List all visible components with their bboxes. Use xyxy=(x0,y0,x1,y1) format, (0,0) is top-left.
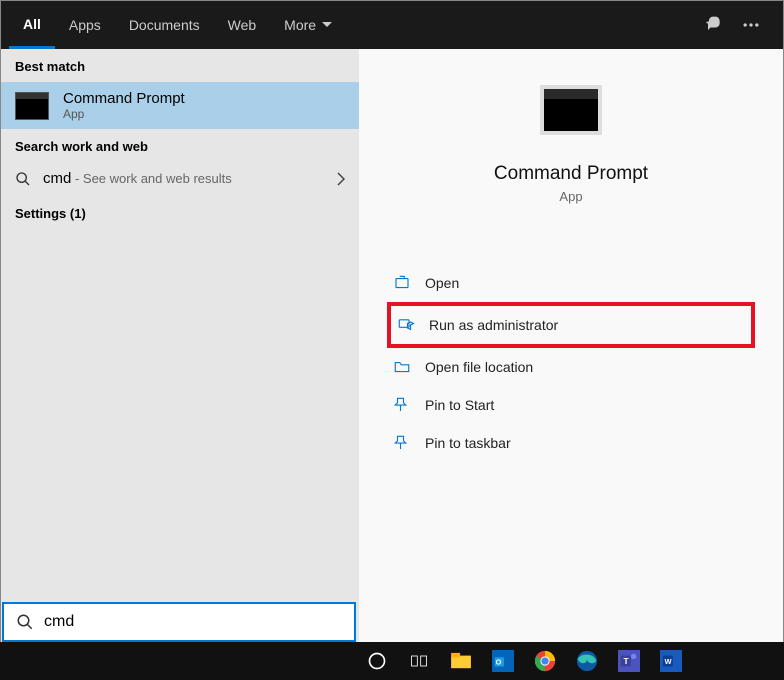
search-input[interactable] xyxy=(44,613,342,631)
search-tabs-bar: All Apps Documents Web More xyxy=(1,1,783,49)
pin-start-icon xyxy=(393,396,411,414)
section-best-match: Best match xyxy=(1,49,359,82)
search-query-text: cmd xyxy=(43,170,71,187)
chevron-down-icon xyxy=(322,22,332,28)
preview-panel: Command Prompt App Open Run as administr… xyxy=(359,49,783,643)
tab-more[interactable]: More xyxy=(270,1,346,49)
task-view-icon[interactable] xyxy=(400,642,438,680)
edge-icon[interactable] xyxy=(568,642,606,680)
folder-icon xyxy=(393,358,411,376)
best-match-item[interactable]: Command Prompt App xyxy=(1,82,359,129)
more-options-icon[interactable] xyxy=(741,15,761,35)
search-icon xyxy=(15,171,31,187)
pin-taskbar-icon xyxy=(393,434,411,452)
feedback-icon[interactable] xyxy=(703,15,723,35)
action-pin-taskbar-label: Pin to taskbar xyxy=(425,435,511,451)
search-web-item[interactable]: cmd - See work and web results xyxy=(1,162,359,196)
action-pin-to-taskbar[interactable]: Pin to taskbar xyxy=(387,424,755,462)
action-run-as-administrator[interactable]: Run as administrator xyxy=(387,302,755,348)
preview-title: Command Prompt xyxy=(494,163,648,185)
tab-web[interactable]: Web xyxy=(214,1,271,49)
file-explorer-icon[interactable] xyxy=(442,642,480,680)
preview-subtitle: App xyxy=(559,189,582,204)
action-open-location-label: Open file location xyxy=(425,359,533,375)
best-match-title: Command Prompt xyxy=(63,90,185,107)
section-settings[interactable]: Settings (1) xyxy=(1,196,359,229)
action-open-label: Open xyxy=(425,275,459,291)
tab-documents[interactable]: Documents xyxy=(115,1,214,49)
chevron-right-icon xyxy=(337,172,345,186)
taskbar: O T W xyxy=(0,642,784,680)
word-icon[interactable]: W xyxy=(652,642,690,680)
chrome-icon[interactable] xyxy=(526,642,564,680)
svg-text:T: T xyxy=(624,657,629,666)
search-box xyxy=(2,602,356,642)
actions-list: Open Run as administrator Open file loca… xyxy=(387,264,755,462)
cortana-icon[interactable] xyxy=(358,642,396,680)
action-pin-to-start[interactable]: Pin to Start xyxy=(387,386,755,424)
search-icon xyxy=(16,613,34,631)
open-icon xyxy=(393,274,411,292)
results-panel: Best match Command Prompt App Search wor… xyxy=(1,49,359,643)
command-prompt-icon xyxy=(15,92,49,120)
action-pin-start-label: Pin to Start xyxy=(425,397,494,413)
svg-text:W: W xyxy=(665,657,672,666)
search-suffix-text: - See work and web results xyxy=(71,171,231,186)
admin-shield-icon xyxy=(397,316,415,334)
best-match-subtitle: App xyxy=(63,107,185,121)
command-prompt-large-icon xyxy=(540,85,602,135)
teams-icon[interactable]: T xyxy=(610,642,648,680)
outlook-icon[interactable]: O xyxy=(484,642,522,680)
tab-more-label: More xyxy=(284,17,316,33)
action-run-admin-label: Run as administrator xyxy=(429,317,558,333)
tab-apps[interactable]: Apps xyxy=(55,1,115,49)
action-open-file-location[interactable]: Open file location xyxy=(387,348,755,386)
section-search-work-web: Search work and web xyxy=(1,129,359,162)
action-open[interactable]: Open xyxy=(387,264,755,302)
svg-text:O: O xyxy=(496,658,502,667)
tab-all[interactable]: All xyxy=(9,1,55,49)
